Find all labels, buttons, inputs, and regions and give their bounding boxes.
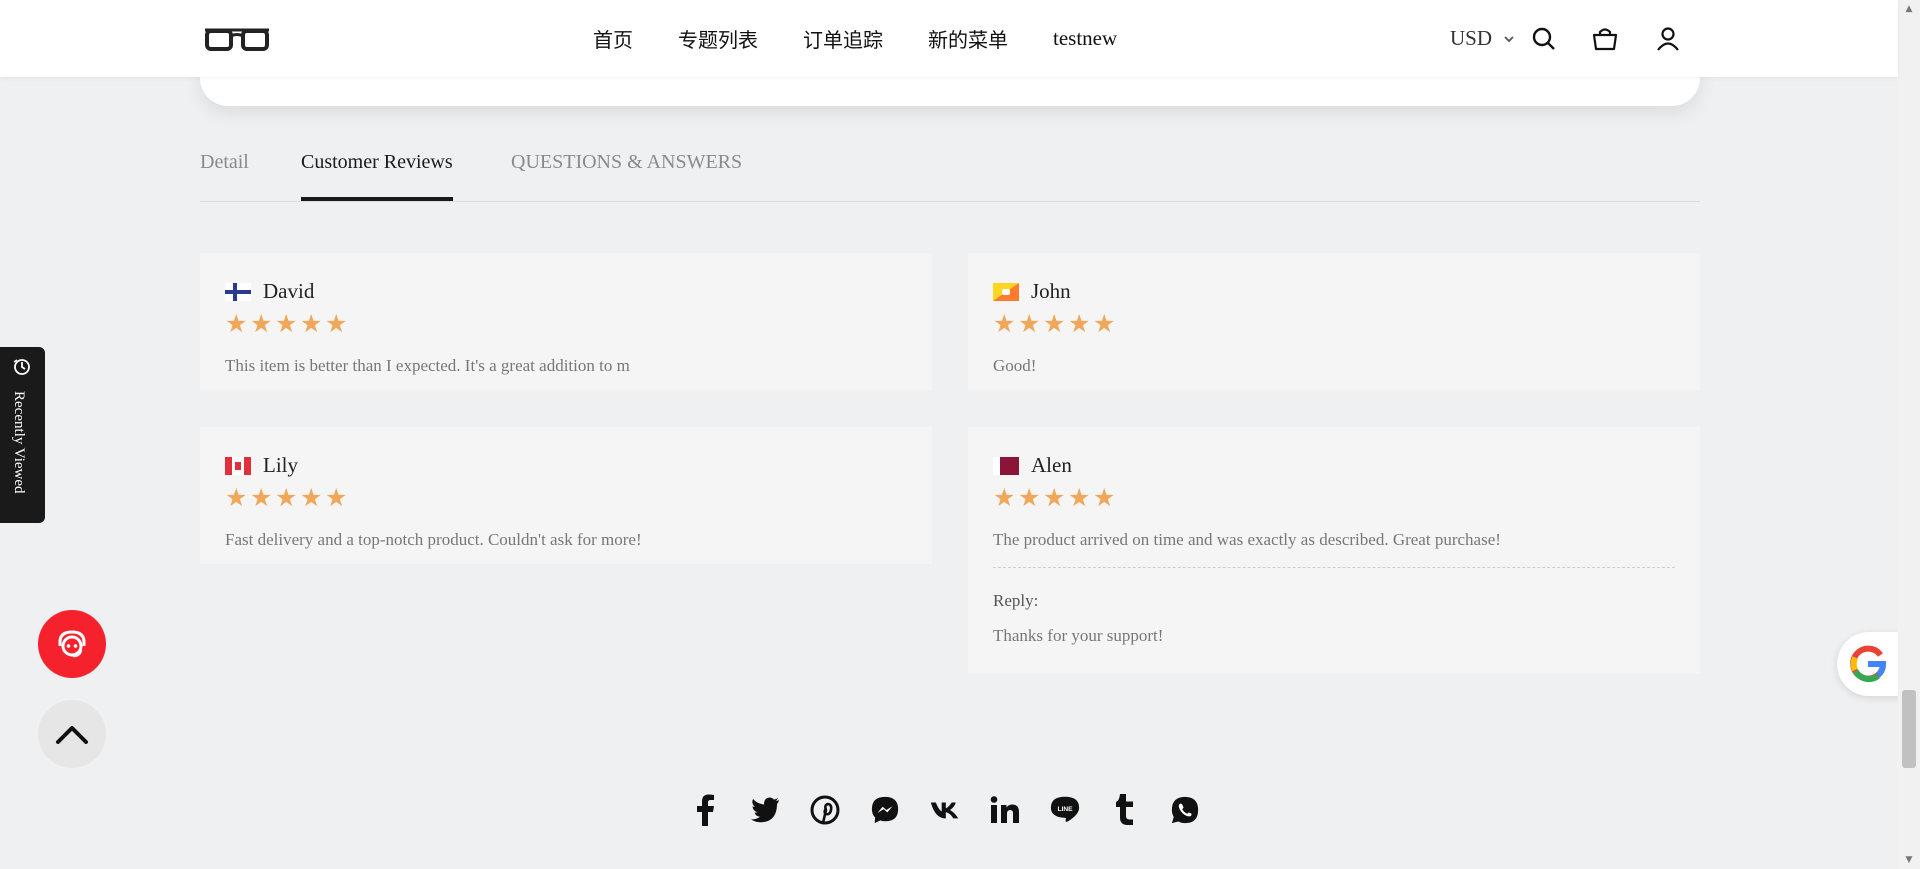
star-icon: ★ [275, 309, 298, 338]
rating-stars: ★ ★ ★ ★ ★ [225, 483, 350, 512]
whatsapp-icon[interactable] [1170, 794, 1200, 826]
scroll-down-arrow-icon[interactable]: ▼ [1904, 855, 1914, 865]
reviewer-name: John [1031, 279, 1071, 303]
review-text: The product arrived on time and was exac… [993, 530, 1501, 549]
messenger-icon[interactable] [870, 794, 900, 826]
tab-detail[interactable]: Detail [200, 151, 249, 201]
review-card: John ★ ★ ★ ★ ★ Good! [968, 253, 1700, 390]
review-text: This item is better than I expected. It'… [225, 356, 630, 375]
facebook-icon[interactable] [690, 794, 720, 826]
svg-text:LINE: LINE [1057, 806, 1073, 813]
pinterest-icon[interactable] [810, 794, 840, 826]
review-card: Alen ★ ★ ★ ★ ★ The product arrived on time a… [968, 427, 1700, 673]
reply-text: Thanks for your support! [993, 626, 1164, 645]
rating-stars: ★ ★ ★ ★ ★ [993, 483, 1118, 512]
chevron-down-icon [1504, 35, 1514, 42]
flag-bhutan-icon [993, 282, 1019, 301]
star-icon: ★ [300, 483, 323, 512]
star-icon: ★ [993, 309, 1016, 338]
star-icon: ★ [1018, 483, 1041, 512]
google-icon [1850, 645, 1887, 683]
reply-label: Reply: [993, 591, 1039, 610]
nav-home[interactable]: 首页 [593, 24, 633, 53]
nav-topics[interactable]: 专题列表 [678, 24, 758, 53]
reviewer-name: David [263, 279, 315, 303]
currency-label: USD [1450, 26, 1493, 50]
history-icon [13, 359, 30, 375]
chevron-up-icon [56, 726, 88, 744]
headset-icon [58, 630, 86, 658]
flag-finland-icon [225, 282, 251, 301]
flag-qatar-icon [993, 456, 1019, 475]
search-icon[interactable] [1530, 25, 1558, 53]
star-icon: ★ [225, 483, 248, 512]
scrollbar-thumb[interactable] [1902, 690, 1916, 768]
nav-new-menu[interactable]: 新的菜单 [928, 24, 1008, 53]
reviewer-name: Lily [263, 453, 298, 477]
product-tabs: Detail Customer Reviews QUESTIONS & ANSW… [200, 146, 1700, 202]
cart-icon[interactable] [1591, 25, 1619, 53]
star-icon: ★ [225, 309, 248, 338]
reply-divider [993, 567, 1675, 568]
site-header: 首页 专题列表 订单追踪 新的菜单 testnew USD [0, 0, 1898, 77]
star-icon: ★ [275, 483, 298, 512]
star-icon: ★ [1093, 309, 1116, 338]
review-card: Lily ★ ★ ★ ★ ★ Fast delivery and a top-notch… [200, 427, 932, 564]
star-icon: ★ [1043, 309, 1066, 338]
star-icon: ★ [250, 309, 273, 338]
recently-viewed-label: Recently Viewed [11, 391, 27, 494]
star-icon: ★ [1043, 483, 1066, 512]
star-icon: ★ [1068, 309, 1091, 338]
star-icon: ★ [250, 483, 273, 512]
back-to-top-button[interactable] [38, 700, 106, 768]
review-text: Fast delivery and a top-notch product. C… [225, 530, 642, 549]
nav-testnew[interactable]: testnew [1053, 26, 1117, 51]
vk-icon[interactable] [930, 794, 960, 826]
currency-selector[interactable]: USD [1450, 26, 1516, 51]
star-icon: ★ [325, 483, 348, 512]
tab-customer-reviews[interactable]: Customer Reviews [301, 151, 453, 201]
review-card: David ★ ★ ★ ★ ★ This item is better than I e… [200, 253, 932, 390]
scroll-up-arrow-icon[interactable]: ▲ [1904, 4, 1914, 14]
social-share-row: LINE [690, 794, 1230, 826]
star-icon: ★ [300, 309, 323, 338]
recently-viewed-tab[interactable]: Recently Viewed [0, 347, 45, 523]
tumblr-icon[interactable] [1110, 794, 1140, 826]
page-scrollbar[interactable]: ▲ ▼ [1898, 0, 1920, 869]
review-text: Good! [993, 356, 1037, 375]
main-nav: 首页 专题列表 订单追踪 新的菜单 testnew [593, 0, 1162, 77]
tab-questions-answers[interactable]: QUESTIONS & ANSWERS [511, 151, 742, 201]
star-icon: ★ [1068, 483, 1091, 512]
line-icon[interactable]: LINE [1050, 794, 1080, 826]
google-login-button[interactable] [1837, 632, 1901, 696]
flag-canada-icon [225, 456, 251, 475]
rating-stars: ★ ★ ★ ★ ★ [225, 309, 350, 338]
star-icon: ★ [1018, 309, 1041, 338]
star-icon: ★ [993, 483, 1016, 512]
customer-support-button[interactable] [38, 610, 106, 678]
star-icon: ★ [1093, 483, 1116, 512]
account-icon[interactable] [1654, 25, 1682, 53]
rating-stars: ★ ★ ★ ★ ★ [993, 309, 1118, 338]
linkedin-icon[interactable] [990, 794, 1020, 826]
star-icon: ★ [325, 309, 348, 338]
nav-order-tracking[interactable]: 订单追踪 [803, 24, 883, 53]
twitter-icon[interactable] [750, 794, 780, 826]
glasses-logo-icon[interactable] [203, 24, 271, 54]
reviewer-name: Alen [1031, 453, 1072, 477]
